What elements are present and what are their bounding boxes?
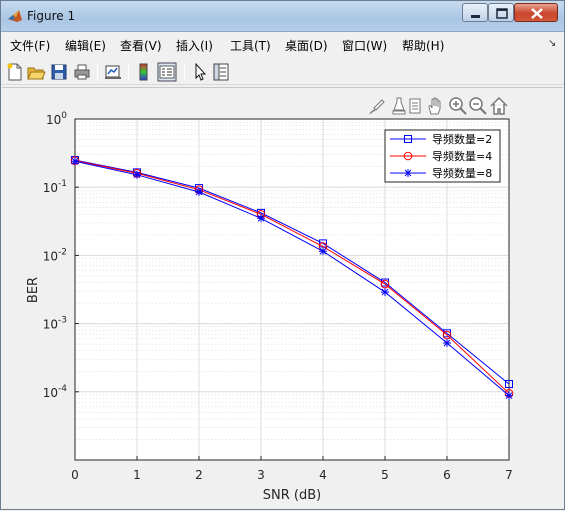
data-point-star: [404, 169, 412, 177]
legend-entry-label: 导频数量=2: [432, 132, 492, 146]
y-tick-label: 10-2: [43, 247, 67, 263]
data-point-star: [71, 157, 79, 166]
y-tick-label: 100: [46, 111, 67, 127]
y-tick-base: 10: [43, 181, 58, 195]
legend-entry-label: 导频数量=8: [432, 166, 492, 180]
plot-area: 0 1 2 3 4 5 6 710010-110-210-310-4 SNR (dB) BER…: [26, 111, 514, 503]
y-tick-exponent: -1: [58, 179, 67, 189]
data-point-star: [443, 338, 451, 347]
y-tick-base: 10: [43, 318, 58, 332]
data-point-star: [195, 188, 203, 197]
data-point-star: [381, 288, 389, 297]
y-tick-exponent: -4: [58, 384, 67, 394]
x-tick-label: 5: [381, 468, 389, 482]
y-tick-base: 10: [43, 386, 58, 400]
y-tick-base: 10: [46, 113, 61, 127]
y-axis-label: BER: [26, 277, 41, 303]
x-tick-label: 4: [319, 468, 327, 482]
data-point-star: [257, 214, 265, 223]
data-point-star: [505, 391, 513, 400]
y-tick-exponent: -3: [58, 316, 67, 326]
x-tick-label: 0: [71, 468, 79, 482]
y-tick-label: 10-1: [43, 179, 67, 195]
y-tick-label: 10-4: [43, 384, 68, 400]
data-point-star: [319, 247, 327, 256]
y-tick-exponent: -2: [58, 247, 67, 257]
data-point-star: [133, 170, 141, 179]
legend[interactable]: 导频数量=2 导频数量=4 导频数量=8: [384, 129, 501, 183]
x-tick-label: 6: [443, 468, 451, 482]
y-tick-label: 10-3: [43, 316, 67, 332]
x-tick-label: 2: [195, 468, 203, 482]
x-tick-label: 7: [505, 468, 513, 482]
figure-window: Figure 1 文件(F) 编辑(E) 查看(V) 插入(I) 工具(T) 桌…: [0, 0, 565, 510]
x-axis-label: SNR (dB): [263, 488, 321, 503]
x-tick-label: 3: [257, 468, 265, 482]
y-tick-exponent: 0: [61, 111, 67, 121]
x-tick-label: 1: [133, 468, 141, 482]
legend-entry-label: 导频数量=4: [432, 149, 492, 163]
y-tick-base: 10: [43, 249, 58, 263]
